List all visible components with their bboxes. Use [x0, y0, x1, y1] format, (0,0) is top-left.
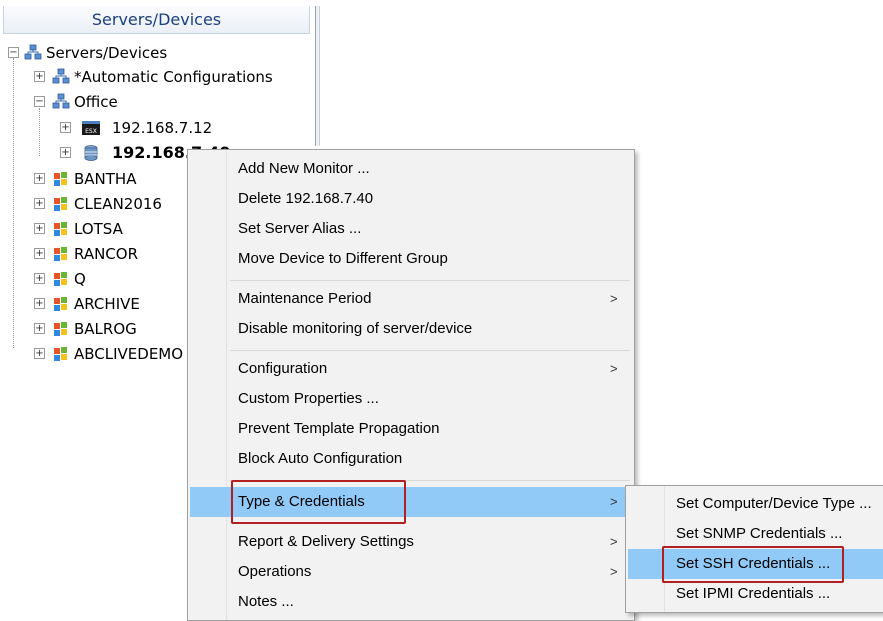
pane-splitter[interactable] [315, 6, 320, 146]
collapse-toggle[interactable]: − [34, 96, 45, 107]
menu-item-custom-properties[interactable]: Custom Properties ... [190, 384, 632, 414]
tree-item-label: Q [74, 270, 86, 288]
menu-item-label: Set Server Alias ... [238, 220, 362, 237]
menu-item-maintenance-period[interactable]: Maintenance Period > [190, 284, 632, 314]
esx-server-icon: ESX [82, 121, 100, 135]
menu-item-disable-monitoring[interactable]: Disable monitoring of server/device [190, 314, 632, 344]
tree-item-label: BANTHA [74, 170, 137, 188]
pane-header: Servers/Devices [3, 6, 310, 34]
tree-item-label: Office [74, 93, 118, 111]
menu-item-prevent-template-propagation[interactable]: Prevent Template Propagation [190, 414, 632, 444]
expand-toggle[interactable]: + [34, 248, 45, 259]
windows-server-icon [54, 247, 67, 261]
menu-item-label: Disable monitoring of server/device [238, 320, 473, 337]
menu-item-label: Custom Properties ... [238, 390, 379, 407]
menu-item-operations[interactable]: Operations > [190, 557, 632, 587]
tree-item-office[interactable]: − Office [0, 90, 313, 114]
menu-item-set-device-type[interactable]: Set Computer/Device Type ... [628, 489, 883, 519]
expand-toggle[interactable]: + [34, 323, 45, 334]
menu-item-label: Operations [238, 563, 312, 580]
tree-item-label: ARCHIVE [74, 295, 140, 313]
menu-item-label: Maintenance Period [238, 290, 372, 307]
submenu-arrow-icon: > [610, 534, 618, 549]
expand-toggle[interactable]: + [34, 71, 45, 82]
expand-toggle[interactable]: + [60, 147, 71, 158]
submenu-arrow-icon: > [610, 291, 618, 306]
annotation-highlight-box [662, 546, 844, 583]
windows-server-icon [54, 197, 67, 211]
svg-text:ESX: ESX [85, 128, 97, 135]
tree-item-label: BALROG [74, 320, 137, 338]
windows-server-icon [54, 297, 67, 311]
menu-item-label: Prevent Template Propagation [238, 420, 440, 437]
database-server-icon [84, 145, 98, 161]
menu-item-report-delivery-settings[interactable]: Report & Delivery Settings > [190, 527, 632, 557]
submenu-arrow-icon: > [610, 361, 618, 376]
network-group-icon [52, 93, 70, 109]
submenu-arrow-icon: > [610, 564, 618, 579]
menu-item-label: Move Device to Different Group [238, 250, 448, 267]
expand-toggle[interactable]: + [34, 173, 45, 184]
expand-toggle[interactable]: + [34, 348, 45, 359]
menu-item-label: Block Auto Configuration [238, 450, 403, 467]
menu-item-delete-device[interactable]: Delete 192.168.7.40 [190, 184, 632, 214]
tree-item-server[interactable]: + ESX 192.168.7.12 [0, 116, 313, 140]
tree-item-label: RANCOR [74, 245, 138, 263]
credentials-submenu: Set Computer/Device Type ... Set SNMP Cr… [625, 485, 883, 613]
expand-toggle[interactable]: + [34, 298, 45, 309]
menu-item-label: Report & Delivery Settings [238, 533, 414, 550]
menu-item-label: Set SNMP Credentials ... [676, 525, 843, 542]
menu-item-label: Delete 192.168.7.40 [238, 190, 374, 207]
submenu-arrow-icon: > [610, 494, 618, 509]
menu-separator [230, 350, 630, 351]
tree-item-label: CLEAN2016 [74, 195, 162, 213]
menu-item-label: Configuration [238, 360, 328, 377]
menu-item-notes[interactable]: Notes ... [190, 587, 632, 617]
annotation-highlight-box [231, 480, 406, 524]
windows-server-icon [54, 222, 67, 236]
menu-separator [230, 280, 630, 281]
menu-item-set-snmp-credentials[interactable]: Set SNMP Credentials ... [628, 519, 883, 549]
expand-toggle[interactable]: + [34, 273, 45, 284]
menu-item-configuration[interactable]: Configuration > [190, 354, 632, 384]
menu-item-label: Set IPMI Credentials ... [676, 585, 831, 602]
windows-server-icon [54, 322, 67, 336]
windows-server-icon [54, 347, 67, 361]
menu-item-add-new-monitor[interactable]: Add New Monitor ... [190, 154, 632, 184]
network-group-icon [24, 44, 42, 60]
menu-item-set-server-alias[interactable]: Set Server Alias ... [190, 214, 632, 244]
network-group-icon [52, 68, 70, 84]
tree-item-label: LOTSA [74, 220, 123, 238]
expand-toggle[interactable]: + [34, 198, 45, 209]
tree-item-label: *Automatic Configurations [74, 68, 273, 86]
context-menu: Add New Monitor ... Delete 192.168.7.40 … [187, 149, 635, 621]
menu-item-block-auto-configuration[interactable]: Block Auto Configuration [190, 444, 632, 474]
menu-item-move-device[interactable]: Move Device to Different Group [190, 244, 632, 274]
menu-item-label: Notes ... [238, 593, 294, 610]
menu-item-set-ipmi-credentials[interactable]: Set IPMI Credentials ... [628, 579, 883, 609]
menu-item-label: Add New Monitor ... [238, 160, 370, 177]
windows-server-icon [54, 172, 67, 186]
tree-item-automatic-configurations[interactable]: + *Automatic Configurations [0, 65, 313, 89]
tree-root-label: Servers/Devices [46, 44, 168, 62]
tree-item-label: 192.168.7.12 [112, 119, 213, 137]
tree-root[interactable]: − Servers/Devices [0, 41, 313, 65]
menu-item-label: Set Computer/Device Type ... [676, 495, 872, 512]
expand-toggle[interactable]: + [34, 223, 45, 234]
tree-item-label: ABCLIVEDEMO [74, 345, 184, 363]
collapse-toggle[interactable]: − [8, 47, 19, 58]
windows-server-icon [54, 272, 67, 286]
expand-toggle[interactable]: + [60, 122, 71, 133]
